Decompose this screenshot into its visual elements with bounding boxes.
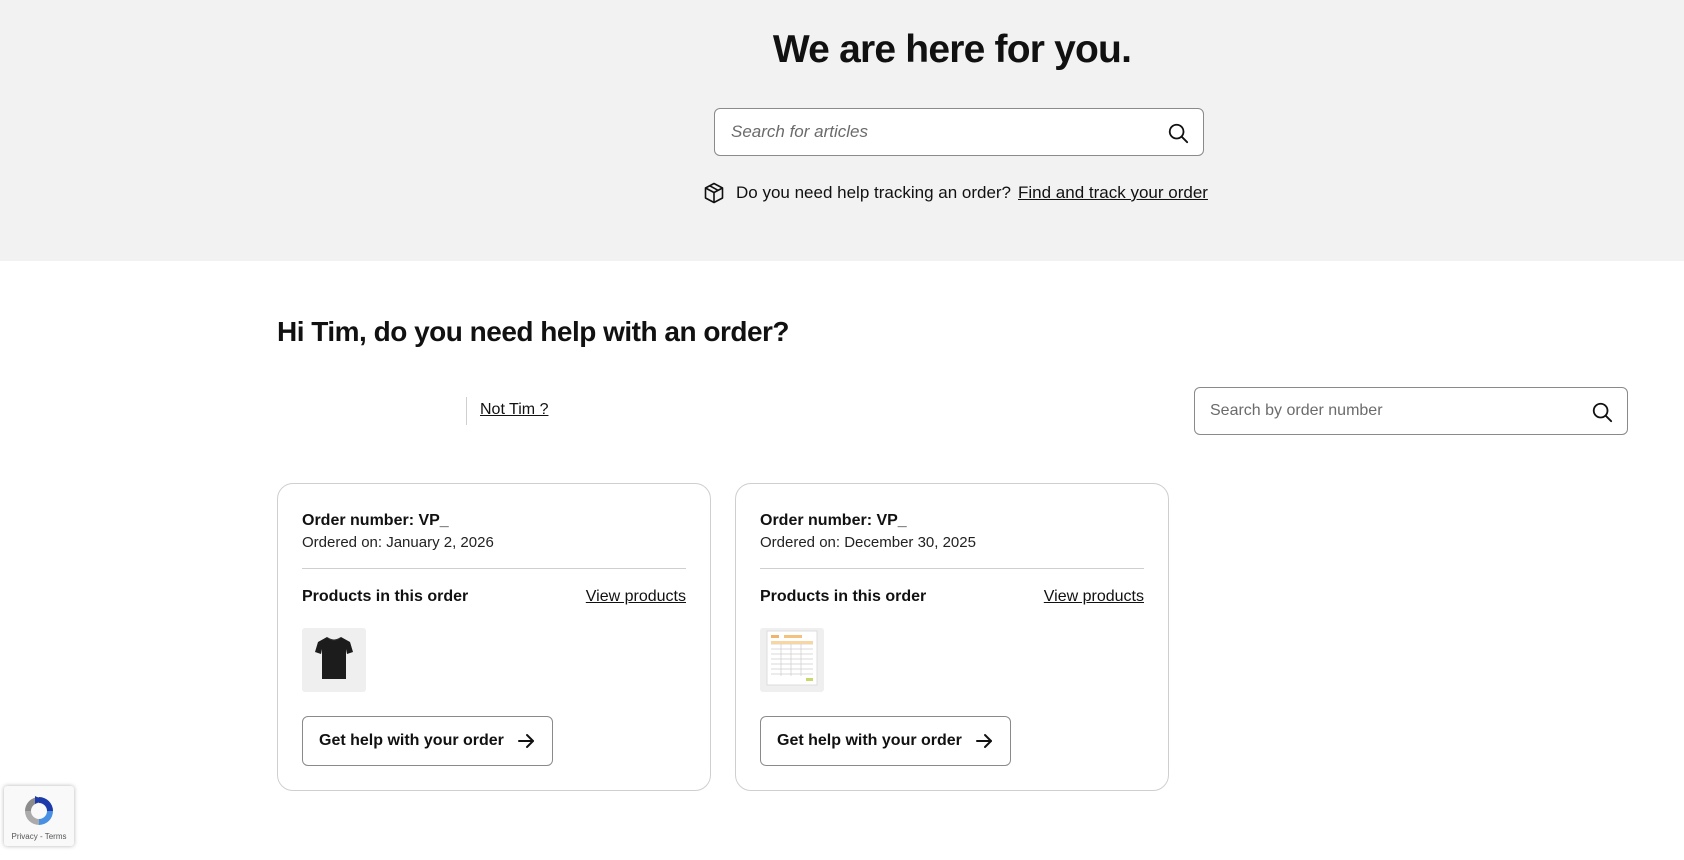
recaptcha-links: Privacy - Terms — [4, 832, 74, 841]
get-help-button[interactable]: Get help with your order — [760, 716, 1011, 766]
links-separator: - — [37, 832, 45, 841]
order-search-input[interactable] — [1210, 388, 1570, 434]
view-products-link[interactable]: View products — [1044, 588, 1144, 606]
order-number: Order number: VP_ — [302, 512, 449, 529]
search-icon[interactable] — [1589, 399, 1615, 425]
get-help-label: Get help with your order — [319, 732, 504, 749]
article-search-box — [714, 108, 1204, 156]
recaptcha-badge: Privacy - Terms — [4, 786, 74, 846]
privacy-link[interactable]: Privacy — [12, 832, 38, 841]
order-search-box — [1194, 387, 1628, 435]
arrow-right-icon — [974, 731, 994, 751]
tshirt-icon — [313, 634, 355, 687]
user-divider — [466, 397, 467, 425]
products-label: Products in this order — [760, 588, 927, 605]
products-label: Products in this order — [302, 588, 469, 605]
search-icon[interactable] — [1165, 120, 1191, 146]
order-card: Order number: VP_ Ordered on: December 3… — [735, 483, 1169, 791]
tracking-question: Do you need help tracking an order? — [736, 183, 1012, 202]
view-products-link[interactable]: View products — [586, 588, 686, 606]
get-help-label: Get help with your order — [777, 732, 962, 749]
terms-link[interactable]: Terms — [45, 832, 67, 841]
package-icon — [702, 181, 726, 205]
get-help-button[interactable]: Get help with your order — [302, 716, 553, 766]
hero-section: We are here for you. Do you need help tr… — [0, 0, 1684, 261]
article-search-input[interactable] — [731, 109, 1151, 155]
not-user-link[interactable]: Not Tim ? — [480, 401, 548, 419]
order-tracking-row: Do you need help tracking an order? Find… — [702, 180, 1208, 206]
order-date: Ordered on: January 2, 2026 — [302, 534, 494, 551]
track-order-link[interactable]: Find and track your order — [1018, 183, 1208, 203]
product-thumbnail[interactable] — [302, 628, 366, 692]
card-divider — [760, 568, 1144, 569]
hero-title: We are here for you. — [772, 28, 1132, 71]
order-date: Ordered on: December 30, 2025 — [760, 534, 976, 551]
card-divider — [302, 568, 686, 569]
document-table-icon — [766, 630, 818, 691]
arrow-right-icon — [516, 731, 536, 751]
product-thumbnail[interactable] — [760, 628, 824, 692]
recaptcha-icon — [21, 794, 57, 828]
orders-greeting: Hi Tim, do you need help with an order? — [277, 316, 790, 347]
order-number: Order number: VP_ — [760, 512, 907, 529]
order-card: Order number: VP_ Ordered on: January 2,… — [277, 483, 711, 791]
